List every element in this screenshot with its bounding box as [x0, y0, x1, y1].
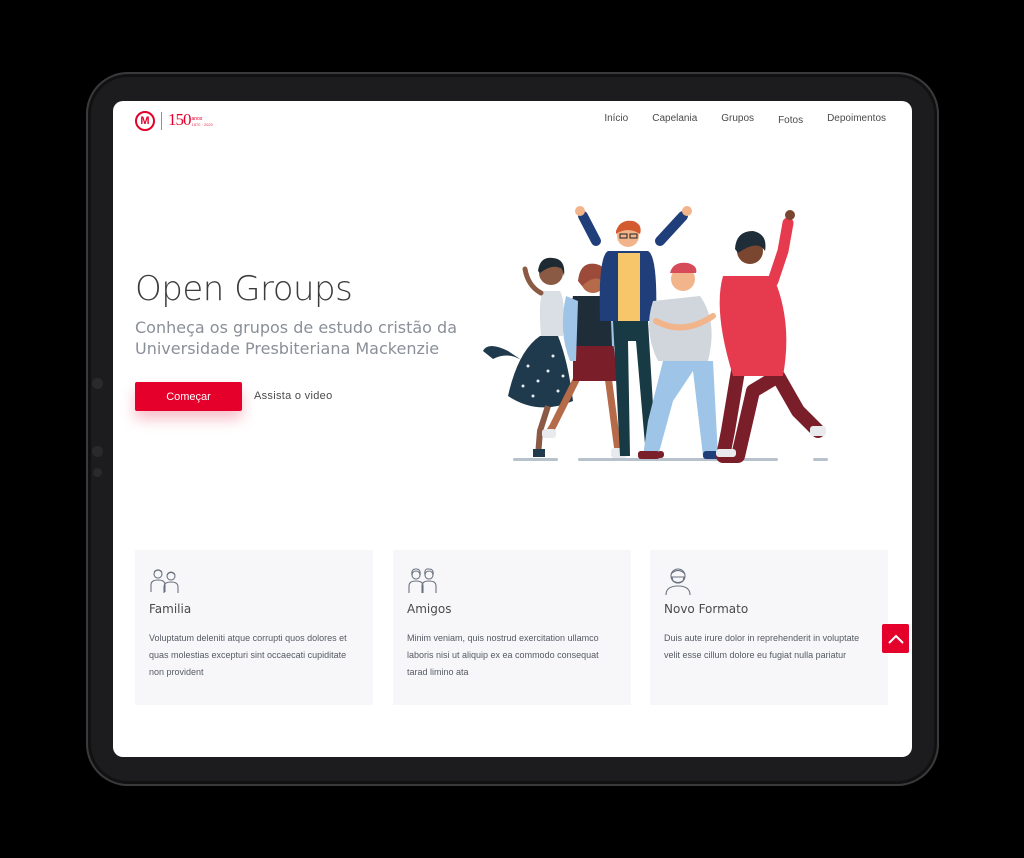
watch-video-link[interactable]: Assista o video — [254, 390, 332, 402]
anniversary-number: 150 — [168, 110, 191, 129]
group-of-friends-illustration — [483, 206, 828, 463]
main-nav: Início Capelania Grupos Fotos Depoimento… — [604, 113, 886, 126]
start-button[interactable]: Começar — [135, 382, 242, 411]
friends-icon — [408, 568, 437, 593]
card-text: Duis aute irure dolor in reprehenderit i… — [664, 633, 860, 660]
card-title: Amigos — [407, 602, 452, 616]
scroll-to-top-button[interactable] — [882, 624, 909, 653]
card-text: Voluptatum deleniti atque corrupti quos … — [149, 633, 347, 677]
side-button — [92, 378, 103, 389]
nav-item-capelania[interactable]: Capelania — [652, 113, 697, 124]
mackenzie-logo-icon: M — [135, 111, 155, 131]
family-icon — [150, 569, 179, 593]
nav-item-depoimentos[interactable]: Depoimentos — [827, 113, 886, 124]
nav-item-grupos[interactable]: Grupos — [721, 113, 754, 124]
logo-divider — [161, 112, 162, 130]
masked-person-icon — [665, 568, 691, 596]
chevron-up-icon — [887, 634, 904, 644]
person-man-hoodie-icon — [716, 210, 826, 463]
side-button — [92, 446, 103, 457]
card-amigos[interactable]: Amigos Minim veniam, quis nostrud exerci… — [393, 550, 631, 705]
brand-logo[interactable]: M 150 anos 1870 · 2020 — [135, 110, 213, 132]
floor-lines-icon — [513, 458, 828, 461]
card-familia[interactable]: Familia Voluptatum deleniti atque corrup… — [135, 550, 373, 705]
nav-item-fotos[interactable]: Fotos — [778, 115, 803, 126]
card-novo-formato[interactable]: Novo Formato Duis aute irure dolor in re… — [650, 550, 888, 705]
side-button — [93, 468, 102, 477]
anniversary-caption: anos 1870 · 2020 — [191, 115, 213, 127]
nav-item-inicio[interactable]: Início — [604, 113, 628, 124]
card-title: Novo Formato — [664, 602, 749, 616]
card-title: Familia — [149, 602, 192, 616]
hero-title: Open Groups — [135, 269, 353, 309]
app-screen: M 150 anos 1870 · 2020 Início Capelania … — [113, 101, 912, 757]
card-text: Minim veniam, quis nostrud exercitation … — [407, 633, 599, 677]
person-girl-skirt-icon — [483, 257, 573, 457]
hero-subtitle: Conheça os grupos de estudo cristão da U… — [135, 318, 458, 358]
